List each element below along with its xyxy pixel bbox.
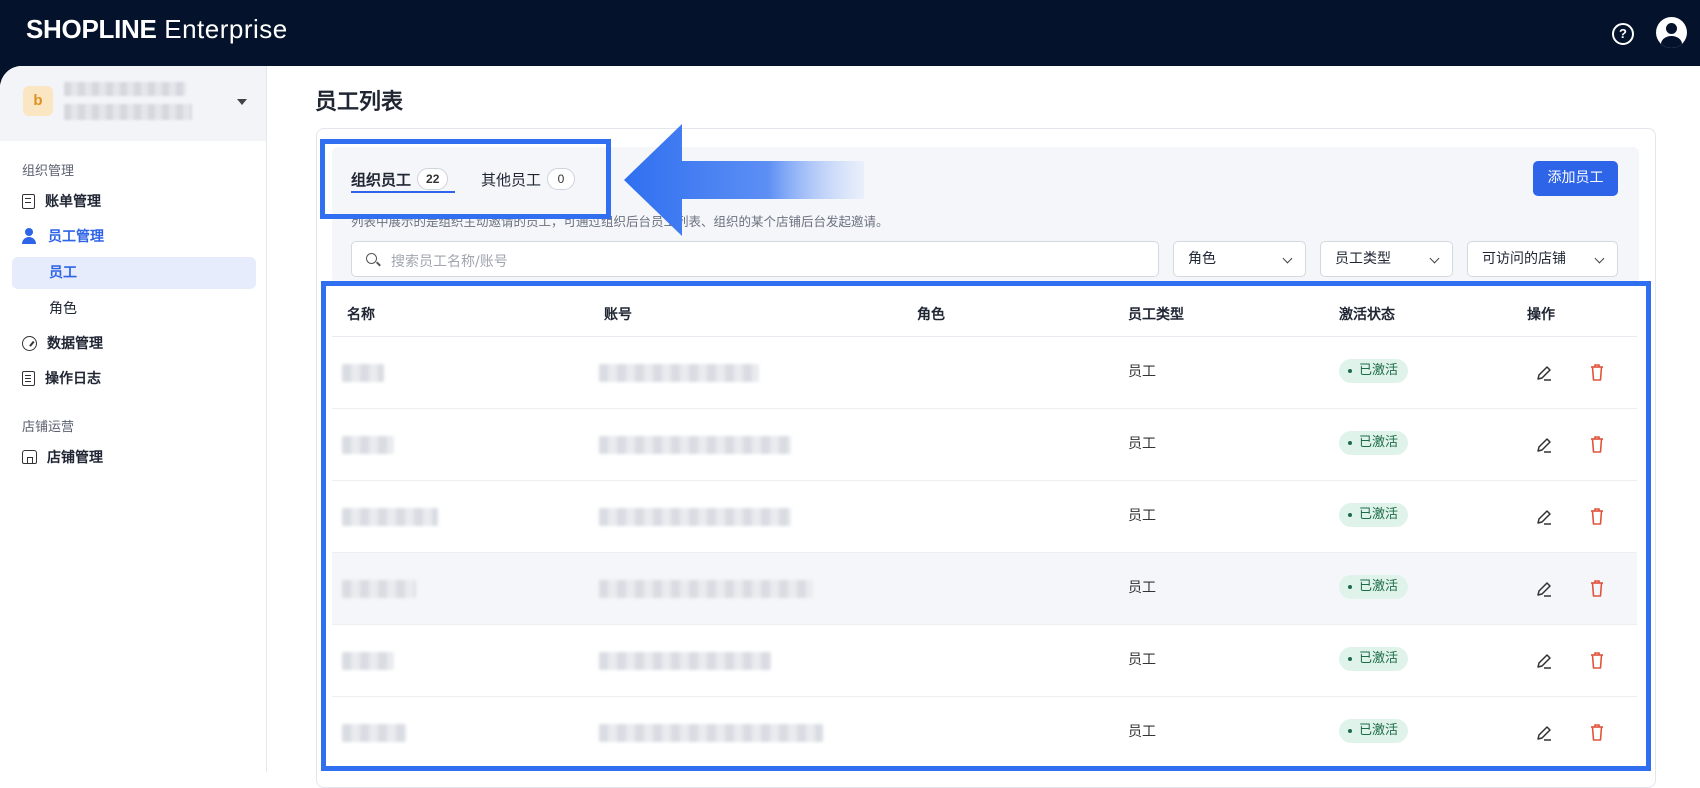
store-switcher[interactable]: b bbox=[0, 66, 266, 141]
annotation-arrow-icon bbox=[624, 124, 864, 236]
role-filter-select[interactable]: 角色 bbox=[1173, 241, 1306, 277]
sidebar-item-label: 操作日志 bbox=[45, 371, 101, 387]
annotation-highlight-tabs bbox=[320, 139, 611, 219]
sidebar-item-label: 员工管理 bbox=[48, 229, 104, 245]
sidebar-item-data[interactable]: 数据管理 bbox=[22, 331, 103, 355]
bill-icon bbox=[22, 193, 35, 209]
sidebar-item-stores[interactable]: 店铺管理 bbox=[22, 445, 103, 469]
help-icon[interactable]: ? bbox=[1612, 23, 1634, 45]
log-icon bbox=[22, 370, 35, 386]
page-title: 员工列表 bbox=[315, 90, 404, 115]
store-name-redacted bbox=[64, 82, 186, 96]
store-id-redacted bbox=[64, 104, 192, 120]
search-icon bbox=[366, 253, 377, 264]
staff-icon bbox=[22, 228, 38, 244]
sidebar-item-label: 店铺管理 bbox=[47, 450, 103, 466]
sidebar-item-billing[interactable]: 账单管理 bbox=[22, 189, 101, 213]
staff-type-filter-select[interactable]: 员工类型 bbox=[1320, 241, 1453, 277]
search-placeholder: 搜索员工名称/账号 bbox=[391, 254, 508, 270]
add-staff-button[interactable]: 添加员工 bbox=[1533, 161, 1618, 196]
annotation-highlight-table bbox=[321, 281, 1651, 771]
sidebar-item-label: 账单管理 bbox=[45, 194, 101, 210]
sidebar: b 组织管理 账单管理 员工管理 员工 角色 数据管理 操作日志 店铺运营 店铺… bbox=[0, 66, 267, 772]
user-avatar-icon[interactable] bbox=[1656, 17, 1687, 48]
select-label: 员工类型 bbox=[1335, 251, 1391, 267]
store-access-filter-select[interactable]: 可访问的店铺 bbox=[1467, 241, 1618, 277]
nav-section-title: 组织管理 bbox=[22, 164, 75, 179]
sidebar-item-staff-management[interactable]: 员工管理 bbox=[22, 224, 104, 248]
sidebar-subitem-staff[interactable]: 员工 bbox=[12, 257, 256, 289]
store-avatar: b bbox=[23, 86, 53, 116]
select-label: 角色 bbox=[1188, 251, 1216, 267]
nav-section-title: 店铺运营 bbox=[22, 420, 75, 435]
sidebar-subitem-roles[interactable]: 角色 bbox=[12, 293, 256, 325]
chevron-down-icon bbox=[1594, 253, 1605, 264]
chevron-down-icon bbox=[1429, 253, 1440, 264]
top-bar: SHOPLINE Enterprise ? bbox=[0, 0, 1700, 66]
select-label: 可访问的店铺 bbox=[1482, 251, 1566, 267]
sidebar-item-label: 数据管理 bbox=[47, 336, 103, 352]
brand-logo[interactable]: SHOPLINE Enterprise bbox=[26, 14, 288, 45]
store-icon bbox=[22, 450, 37, 464]
chevron-down-icon bbox=[1282, 253, 1293, 264]
chevron-down-icon bbox=[237, 99, 247, 105]
search-input[interactable]: 搜索员工名称/账号 bbox=[351, 241, 1159, 277]
sidebar-item-logs[interactable]: 操作日志 bbox=[22, 366, 101, 390]
dashboard-icon bbox=[22, 335, 37, 351]
